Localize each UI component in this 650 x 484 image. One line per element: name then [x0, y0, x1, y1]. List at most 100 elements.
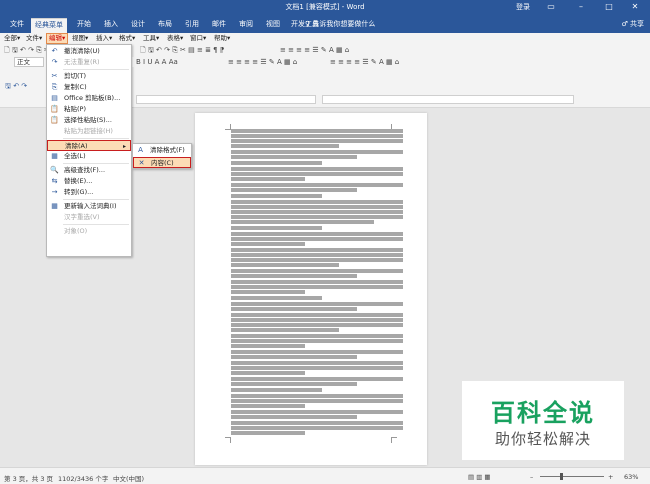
tab-classic-menu[interactable]: 经典菜单 [31, 18, 67, 33]
ribbon-display-icon[interactable]: ▭ [540, 0, 562, 15]
style-box[interactable]: 正文 [14, 57, 44, 67]
menu-insert[interactable]: 插入▾ [94, 34, 114, 43]
quick-access-icons[interactable]: 🖫 ↶ ↷ [5, 82, 27, 93]
menu-edit[interactable]: 编辑▾ [46, 33, 69, 44]
document-page[interactable] [195, 113, 427, 465]
selected-paragraph[interactable] [231, 377, 403, 386]
paragraph-icons-more[interactable]: ≡ ≡ ≡ ≡ ☰ ✎ A ▦ ⌂ [330, 57, 399, 67]
tab-review[interactable]: 审阅 [235, 18, 257, 33]
selected-paragraph[interactable] [231, 350, 403, 359]
tab-mailings[interactable]: 邮件 [208, 18, 230, 33]
selected-paragraph[interactable] [231, 200, 403, 224]
selected-paragraph[interactable] [231, 302, 403, 311]
selected-text-line [231, 285, 403, 289]
tell-me-search[interactable]: ♀ 告诉我你想要做什么 [305, 19, 375, 29]
selected-paragraph[interactable] [231, 226, 403, 230]
edit-menu-item[interactable]: 🔍 高级查找(F)... [47, 165, 131, 176]
selected-paragraph[interactable] [231, 269, 403, 278]
font-box[interactable] [132, 57, 134, 67]
copy-icon: ⎘ [51, 83, 58, 91]
edit-menu-item-label: 剪切(T) [64, 72, 87, 80]
edit-menu-item[interactable]: ▤ Office 剪贴板(B)... [47, 93, 131, 104]
toolbar-icons-right[interactable]: 🗋 🖫 ↶ ↷ ⎘ ✂ ▤ ≡ ≣ ¶ ⁋ [140, 45, 224, 55]
zoom-level[interactable]: 63% [624, 473, 638, 481]
crop-mark [391, 437, 397, 443]
edit-menu-item[interactable]: 📋 选择性粘贴(S)... [47, 115, 131, 126]
view-icons[interactable]: ▤ ▥ ▦ [468, 473, 491, 481]
selected-paragraph[interactable] [231, 296, 403, 300]
selected-text-line [231, 421, 403, 425]
menu-file[interactable]: 文件▾ [24, 34, 44, 43]
edit-menu-item[interactable]: ▦ 全选(L) [47, 151, 131, 162]
selected-paragraph[interactable] [231, 129, 403, 148]
edit-menu-item-label: 选择性粘贴(S)... [64, 116, 112, 124]
share-button[interactable]: ♂ 共享 [621, 19, 644, 29]
edit-menu-item[interactable]: → 转到(G)... [47, 187, 131, 198]
selected-paragraph[interactable] [231, 183, 403, 192]
cut-icon: ✂ [51, 72, 58, 80]
tab-view[interactable]: 视图 [262, 18, 284, 33]
edit-menu-item[interactable]: ⇆ 替换(E)... [47, 176, 131, 187]
ribbon-field-left[interactable] [136, 95, 316, 104]
edit-menu-item[interactable]: 清除(A) ▸ [47, 140, 131, 151]
page-count[interactable]: 第 3 页，共 3 页 [4, 473, 53, 483]
menu-format[interactable]: 格式▾ [117, 34, 137, 43]
selected-paragraph[interactable] [231, 361, 403, 375]
menu-help[interactable]: 帮助▾ [212, 34, 232, 43]
ribbon-tabs: 文件 经典菜单 开始 插入 设计 布局 引用 邮件 审阅 视图 开发工具 ♀ 告… [0, 15, 650, 33]
edit-menu-item[interactable]: ⎘ 复制(C) [47, 82, 131, 93]
selected-text-line [231, 371, 305, 375]
tab-layout[interactable]: 布局 [154, 18, 176, 33]
tab-design[interactable]: 设计 [127, 18, 149, 33]
selected-paragraph[interactable] [231, 280, 403, 294]
selected-text-line [231, 177, 305, 181]
minimize-icon[interactable]: – [570, 0, 592, 15]
selected-text-block[interactable] [231, 129, 403, 437]
selected-paragraph[interactable] [231, 232, 403, 246]
zoom-slider-thumb[interactable] [560, 473, 563, 480]
close-icon[interactable]: ✕ [624, 0, 646, 15]
edit-menu-item-label: 替换(E)... [64, 177, 93, 185]
edit-menu-item[interactable]: ▦ 更新输入法词典(I) [47, 201, 131, 212]
login-link[interactable]: 登录 [516, 2, 530, 12]
selected-paragraph[interactable] [231, 388, 403, 392]
selected-paragraph[interactable] [231, 313, 403, 332]
selected-text-line [231, 226, 323, 230]
zoom-slider[interactable] [540, 473, 604, 480]
tab-references[interactable]: 引用 [181, 18, 203, 33]
selected-paragraph[interactable] [231, 334, 403, 348]
selected-paragraph[interactable] [231, 421, 403, 435]
clear-submenu-item[interactable]: ✕ 内容(C) [133, 157, 191, 168]
zoom-out-icon[interactable]: – [530, 473, 533, 481]
paragraph-icons[interactable]: ≡ ≡ ≡ ≡ ☰ ✎ A ▦ ⌂ [228, 57, 297, 67]
menu-window[interactable]: 窗口▾ [188, 34, 208, 43]
selected-text-line [231, 253, 403, 257]
selected-paragraph[interactable] [231, 194, 403, 198]
tab-file[interactable]: 文件 [6, 18, 28, 33]
word-count[interactable]: 1102/3436 个字 [58, 473, 108, 483]
zoom-in-icon[interactable]: + [608, 473, 613, 481]
menu-view[interactable]: 视图▾ [70, 34, 90, 43]
selected-text-line [231, 161, 323, 165]
edit-menu-item-label: 撤消清除(U) [64, 47, 100, 55]
selected-paragraph[interactable] [231, 410, 403, 419]
format-buttons[interactable]: B I U A A Aa [136, 57, 178, 67]
selected-paragraph[interactable] [231, 167, 403, 181]
menu-tools[interactable]: 工具▾ [141, 34, 161, 43]
tab-home[interactable]: 开始 [73, 18, 95, 33]
edit-menu-item[interactable]: ↶ 撤消清除(U) [47, 46, 131, 57]
maximize-icon[interactable]: □ [598, 0, 620, 15]
ribbon-field-right[interactable] [322, 95, 574, 104]
language-status[interactable]: 中文(中国) [113, 473, 144, 483]
edit-menu-item[interactable]: ✂ 剪切(T) [47, 71, 131, 82]
toolbar-icons-more[interactable]: ≡ ≡ ≡ ≡ ☰ ✎ A ▦ ⌂ [280, 45, 349, 55]
selected-paragraph[interactable] [231, 161, 403, 165]
selected-paragraph[interactable] [231, 150, 403, 159]
selected-paragraph[interactable] [231, 394, 403, 408]
menu-all[interactable]: 全部▾ [2, 34, 22, 43]
edit-menu-item[interactable]: 📋 粘贴(P) [47, 104, 131, 115]
clear-submenu-item[interactable]: A 清除格式(F) [133, 145, 191, 156]
tab-insert[interactable]: 插入 [100, 18, 122, 33]
menu-table[interactable]: 表格▾ [165, 34, 185, 43]
selected-paragraph[interactable] [231, 248, 403, 267]
